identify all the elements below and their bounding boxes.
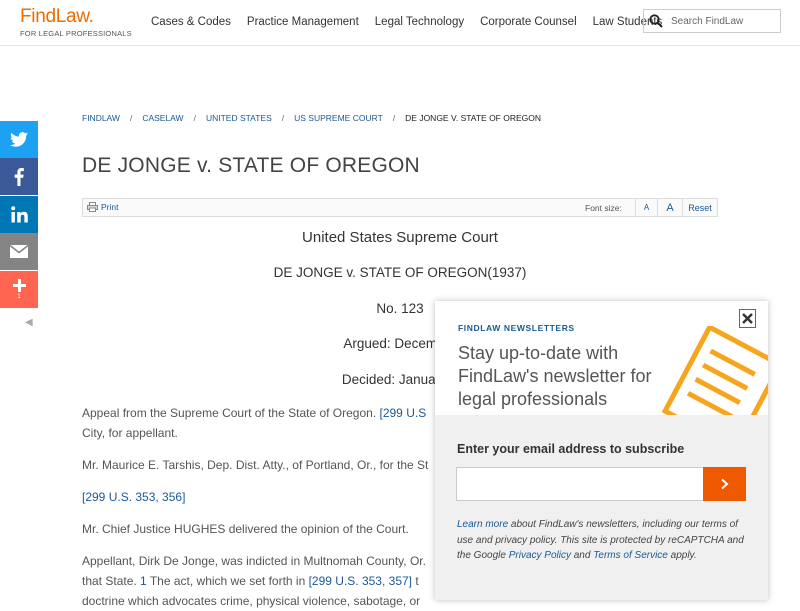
privacy-policy-link[interactable]: Privacy Policy [509, 550, 571, 561]
font-size-reset-button[interactable]: Reset [682, 199, 717, 216]
nav-corporate-counsel[interactable]: Corporate Counsel [480, 16, 577, 28]
close-icon [742, 313, 753, 324]
paragraph-text: doctrine which advocates crime, physical… [82, 594, 421, 608]
site-header: FindLaw. FOR LEGAL PROFESSIONALS Cases &… [0, 0, 800, 46]
newsletter-headline: Stay up-to-date with FindLaw's newslette… [458, 343, 652, 409]
close-popup-button[interactable] [739, 309, 756, 328]
legal-text: apply. [667, 550, 697, 561]
subscribe-label: Enter your email address to subscribe [457, 442, 685, 456]
paragraph-text: that State. [82, 574, 141, 588]
article-toolbar: Print Font size: A A Reset [82, 198, 718, 217]
paragraph-text: The act, which we set forth in [146, 574, 309, 588]
share-count: 1 [17, 293, 21, 300]
paragraph-text: City, for appellant. [82, 426, 178, 440]
citation-link[interactable]: [299 U.S. 353, 357] [309, 574, 412, 588]
breadcrumb-separator: / [129, 113, 133, 123]
findlaw-logo[interactable]: FindLaw. FOR LEGAL PROFESSIONALS [20, 6, 132, 38]
citation-link[interactable]: [299 U.S. 353, 356] [82, 490, 185, 504]
citation-link[interactable]: [299 U.S [380, 406, 427, 420]
paragraph-text: t [412, 574, 419, 588]
terms-of-service-link[interactable]: Terms of Service [593, 550, 668, 561]
court-name: United States Supreme Court [302, 229, 498, 246]
facebook-icon [14, 167, 24, 186]
legal-text: and [570, 550, 594, 561]
share-linkedin-button[interactable] [0, 196, 38, 233]
email-field[interactable] [456, 467, 705, 501]
collapse-share-bar-icon[interactable]: ◀ [25, 317, 33, 328]
breadcrumb-united-states[interactable]: UNITED STATES [206, 113, 272, 123]
print-button[interactable]: Print [87, 202, 118, 212]
linkedin-icon [10, 206, 28, 223]
chevron-right-icon [721, 478, 729, 490]
print-label: Print [101, 202, 119, 212]
breadcrumb: FINDLAW / CASELAW / UNITED STATES / US S… [82, 113, 541, 123]
main-nav: Cases & Codes Practice Management Legal … [151, 16, 662, 28]
newsletter-popup: FINDLAW NEWSLETTERS Stay up-to-date with… [435, 301, 768, 600]
breadcrumb-us-supreme-court[interactable]: US SUPREME COURT [294, 113, 383, 123]
share-facebook-button[interactable] [0, 158, 38, 195]
learn-more-link[interactable]: Learn more [457, 519, 508, 530]
page-title: DE JONGE v. STATE OF OREGON [82, 154, 420, 177]
share-twitter-button[interactable] [0, 121, 38, 158]
font-size-large-button[interactable]: A [657, 199, 682, 216]
newsletter-legal-text: Learn more about FindLaw's newsletters, … [457, 517, 747, 564]
subscribe-submit-button[interactable] [703, 467, 746, 501]
search-icon[interactable] [649, 14, 663, 28]
share-more-button[interactable]: 1 [0, 271, 38, 308]
paragraph-text: Appeal from the Supreme Court of the Sta… [82, 406, 380, 420]
breadcrumb-current: DE JONGE V. STATE OF OREGON [405, 113, 542, 123]
font-size-label: Font size: [585, 203, 622, 213]
paragraph-text: Appellant, Dirk De Jonge, was indicted i… [82, 554, 426, 568]
twitter-icon [10, 132, 28, 147]
logo-tagline: FOR LEGAL PROFESSIONALS [20, 29, 132, 38]
search-box[interactable]: Search FindLaw [643, 9, 781, 33]
search-input[interactable]: Search FindLaw [671, 16, 743, 27]
breadcrumb-separator: / [392, 113, 396, 123]
newsletter-banner: FINDLAW NEWSLETTERS Stay up-to-date with… [435, 301, 768, 415]
printer-icon [87, 202, 98, 212]
share-email-button[interactable] [0, 233, 38, 270]
plus-icon [12, 279, 26, 292]
breadcrumb-caselaw[interactable]: CASELAW [142, 113, 183, 123]
logo-wordmark[interactable]: FindLaw. [20, 6, 132, 28]
newsletter-label: FINDLAW NEWSLETTERS [458, 323, 575, 333]
breadcrumb-separator: / [281, 113, 285, 123]
breadcrumb-findlaw[interactable]: FINDLAW [82, 113, 120, 123]
email-icon [10, 245, 28, 258]
case-caption: DE JONGE v. STATE OF OREGON(1937) [273, 265, 527, 280]
font-size-small-button[interactable]: A [635, 199, 657, 216]
nav-cases-codes[interactable]: Cases & Codes [151, 16, 231, 28]
nav-practice-management[interactable]: Practice Management [247, 16, 359, 28]
breadcrumb-separator: / [193, 113, 196, 123]
nav-legal-technology[interactable]: Legal Technology [375, 16, 464, 28]
footnote-link[interactable]: 1 [140, 574, 147, 588]
